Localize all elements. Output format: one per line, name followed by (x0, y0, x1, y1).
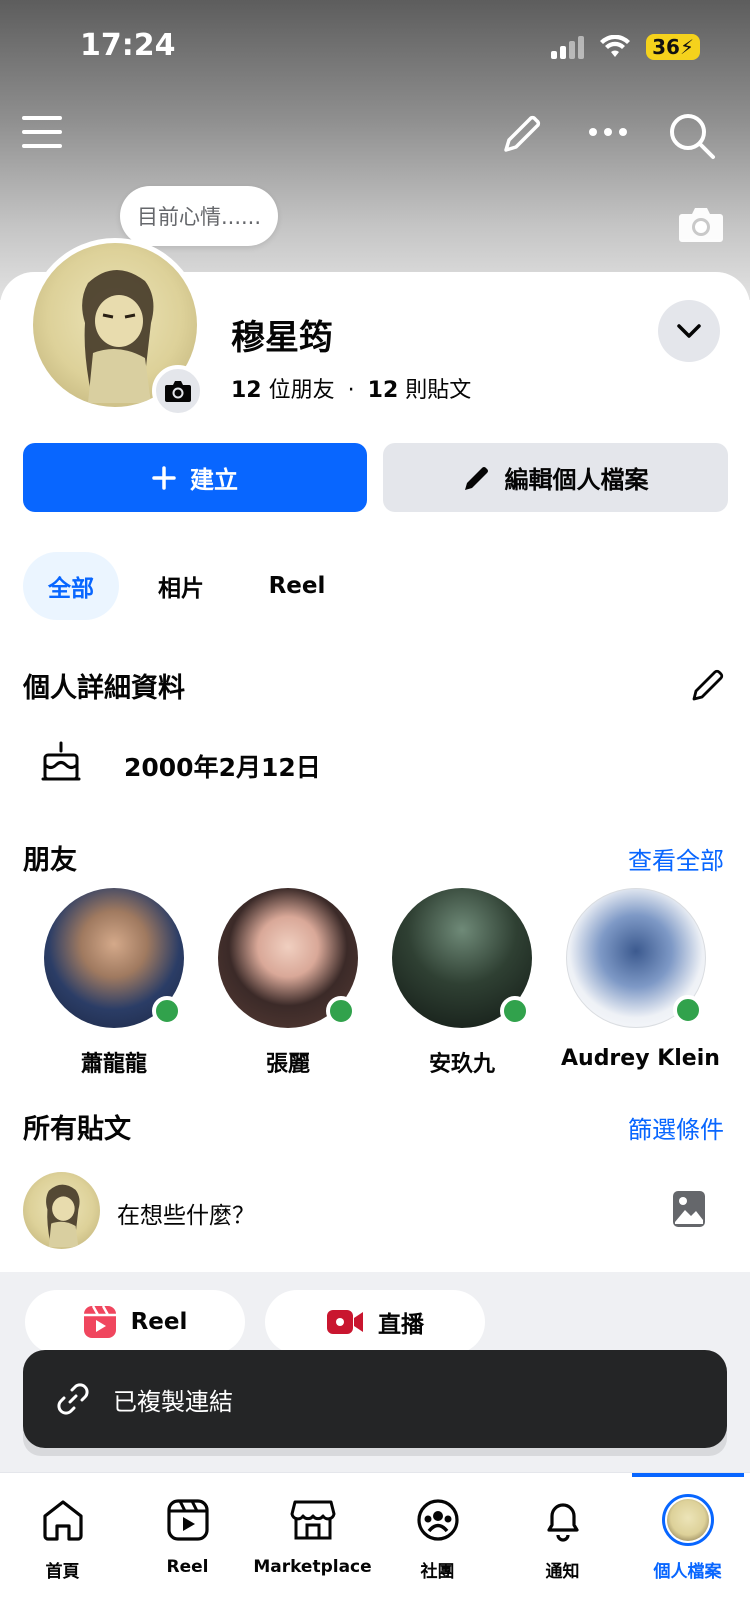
friend-card[interactable]: 蕭龍龍 (39, 888, 189, 1078)
nav-groups[interactable]: 社團 (375, 1495, 500, 1582)
status-time: 17:24 (80, 28, 176, 63)
signal-icon (551, 35, 585, 59)
friend-name: 張麗 (265, 1052, 310, 1077)
details-title: 個人詳細資料 (23, 673, 185, 704)
posts-title: 所有貼文 (23, 1114, 131, 1145)
live-button[interactable]: 直播 (265, 1290, 485, 1354)
friends-label[interactable]: 位朋友 (269, 378, 335, 403)
online-indicator (500, 996, 530, 1026)
friend-name: 蕭龍龍 (80, 1052, 147, 1077)
live-video-icon (327, 1310, 363, 1334)
toast-text: 已複製連結 (113, 1387, 233, 1416)
reel-icon (83, 1305, 116, 1338)
profile-name: 穆星筠 (231, 318, 333, 358)
profile-dropdown-button[interactable] (658, 300, 720, 362)
online-indicator (152, 996, 182, 1026)
live-label: 直播 (378, 1312, 424, 1338)
nav-groups-label: 社團 (420, 1562, 455, 1582)
home-icon (42, 1500, 83, 1541)
mood-bubble[interactable]: 目前心情...... (120, 186, 278, 246)
online-indicator (673, 995, 703, 1025)
link-icon (57, 1383, 89, 1415)
tab-all[interactable]: 全部 (23, 552, 119, 620)
edit-profile-label: 編輯個人檔案 (504, 466, 649, 494)
groups-icon (416, 1499, 459, 1541)
tab-reel[interactable]: Reel (262, 552, 332, 620)
status-icons: 36⚡ (551, 34, 700, 60)
edit-profile-button[interactable]: 編輯個人檔案 (383, 443, 728, 512)
friend-name: 安玖九 (428, 1052, 495, 1077)
reel-button[interactable]: Reel (25, 1290, 245, 1354)
active-tab-indicator (632, 1473, 744, 1477)
battery-level: 36 (652, 35, 680, 59)
create-button[interactable]: 建立 (23, 443, 367, 512)
friend-card[interactable]: Audrey Klein (561, 888, 720, 1071)
composer-avatar[interactable] (23, 1172, 100, 1249)
filter-link[interactable]: 篩選條件 (628, 1110, 724, 1145)
nav-home-label: 首頁 (45, 1562, 80, 1582)
photo-icon[interactable] (672, 1190, 706, 1228)
stats-separator: · (347, 378, 355, 403)
nav-notifications-label: 通知 (545, 1562, 580, 1582)
nav-home[interactable]: 首頁 (0, 1495, 125, 1582)
see-all-friends-link[interactable]: 查看全部 (628, 841, 724, 876)
birthday-text: 2000年2月12日 (124, 753, 321, 782)
pencil-icon (464, 466, 488, 490)
online-indicator (326, 996, 356, 1026)
friend-name: Audrey Klein (561, 1046, 720, 1071)
toast-notification: 已複製連結 (23, 1350, 727, 1448)
friend-avatar (44, 888, 184, 1028)
nav-notifications[interactable]: 通知 (500, 1495, 625, 1582)
bottom-nav: 首頁 Reel Marketplace 社團 通知 個人檔案 (0, 1472, 750, 1623)
reel-icon (166, 1499, 209, 1541)
birthday-cake-icon (41, 741, 81, 781)
friend-avatar (218, 888, 358, 1028)
posts-count: 12 (367, 378, 399, 403)
chevron-down-icon (677, 324, 701, 338)
battery-icon: 36⚡ (646, 34, 700, 60)
friend-avatar (392, 888, 532, 1028)
nav-marketplace[interactable]: Marketplace (250, 1495, 375, 1577)
more-icon[interactable] (588, 122, 628, 142)
marketplace-icon (290, 1500, 335, 1540)
pencil-icon[interactable] (500, 112, 544, 156)
posts-label[interactable]: 則貼文 (405, 378, 471, 403)
camera-icon (165, 381, 191, 402)
friend-avatar (566, 888, 706, 1028)
create-label: 建立 (190, 466, 238, 494)
composer-input[interactable]: 在想些什麼？ (117, 1196, 255, 1230)
menu-icon[interactable] (22, 112, 62, 152)
nav-reel-label: Reel (166, 1557, 209, 1577)
nav-reel[interactable]: Reel (125, 1495, 250, 1577)
nav-marketplace-label: Marketplace (253, 1557, 372, 1577)
cover-camera-icon[interactable] (678, 204, 724, 244)
reel-label: Reel (130, 1309, 188, 1335)
wifi-icon (600, 35, 631, 57)
friends-count: 12 (231, 378, 262, 403)
nav-profile-label: 個人檔案 (653, 1562, 722, 1582)
bell-icon (546, 1503, 579, 1542)
friends-title: 朋友 (23, 845, 77, 876)
edit-details-icon[interactable] (690, 667, 726, 703)
plus-icon (152, 465, 176, 490)
profile-camera-button[interactable] (152, 365, 204, 417)
nav-profile[interactable]: 個人檔案 (625, 1494, 750, 1582)
tab-photos[interactable]: 相片 (146, 552, 216, 620)
friend-card[interactable]: 安玖九 (387, 888, 537, 1078)
search-icon[interactable] (668, 112, 716, 160)
friend-card[interactable]: 張麗 (213, 888, 363, 1078)
profile-stats: 12 位朋友 · 12 則貼文 (231, 372, 471, 404)
profile-avatar-icon (661, 1494, 714, 1546)
